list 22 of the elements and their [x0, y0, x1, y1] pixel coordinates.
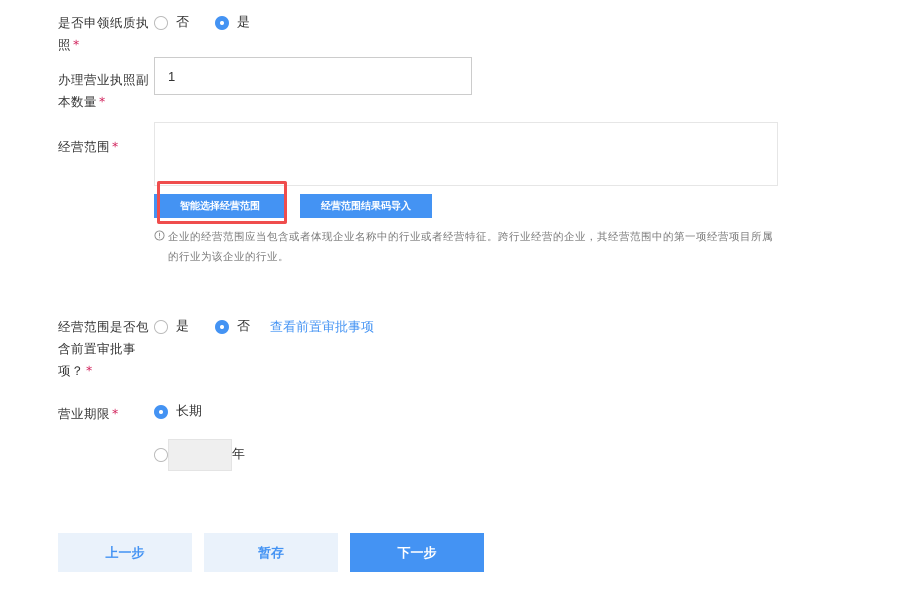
info-icon: [154, 230, 165, 241]
radio-option[interactable]: 年: [154, 439, 822, 471]
hint-text: 企业的经营范围应当包含或者体现企业名称中的行业或者经营特征。跨行业经营的企业，其经营范围中的第一项经营项目所属的行业为该企业的行业。: [168, 230, 774, 265]
field-label: 经营范围是否包含前置审批事项？ *: [58, 318, 150, 380]
radio-option[interactable]: 否: [154, 14, 189, 32]
field-label: 办理营业执照副本数量 *: [58, 71, 150, 111]
radio-icon[interactable]: [154, 405, 168, 419]
radio-option[interactable]: 否: [215, 318, 250, 336]
scope-text-area[interactable]: [154, 122, 778, 186]
radio-icon[interactable]: [154, 448, 168, 462]
radio-icon[interactable]: [154, 16, 168, 30]
radio-option[interactable]: 是: [154, 318, 189, 336]
field-label: 是否申领纸质执照 *: [58, 14, 150, 54]
radio-icon[interactable]: [215, 16, 229, 30]
radio-icon[interactable]: [154, 320, 168, 334]
field-label: 经营范围 *: [58, 138, 120, 156]
field-label: 营业期限 *: [58, 405, 120, 423]
radio-option[interactable]: 是: [215, 14, 250, 32]
radio-icon[interactable]: [215, 320, 229, 334]
quantity-input-field[interactable]: 1: [154, 57, 472, 95]
radio-option[interactable]: 长期: [154, 401, 822, 423]
years-input-field[interactable]: [168, 439, 232, 471]
